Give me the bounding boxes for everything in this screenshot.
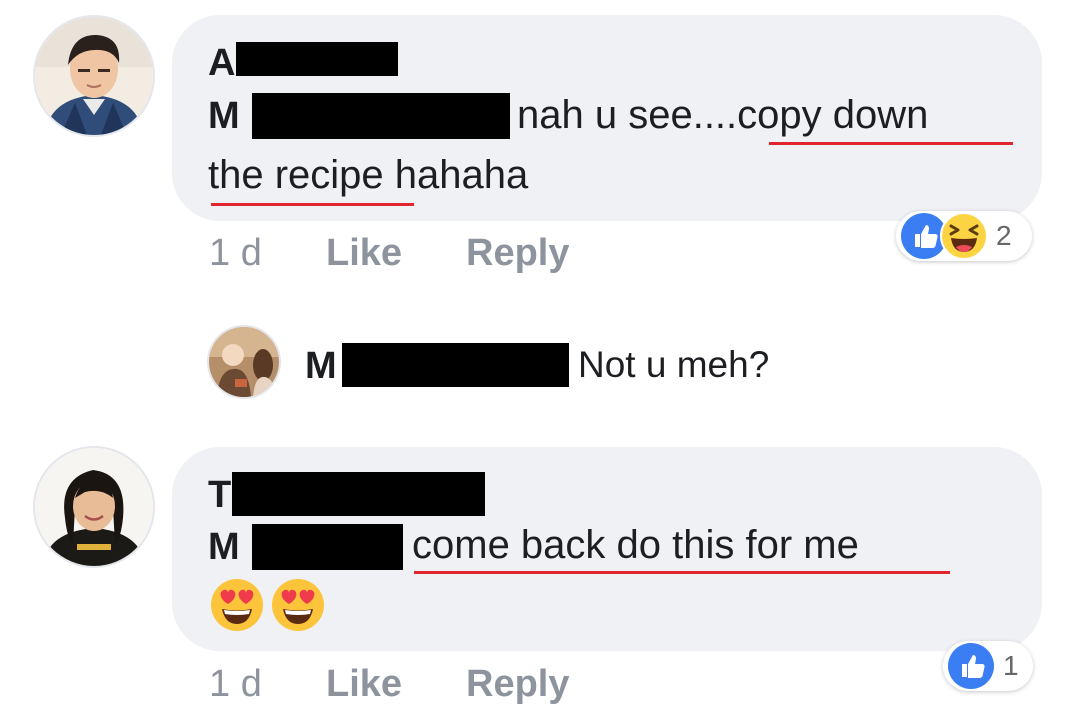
comment-author-name[interactable]: T bbox=[208, 476, 231, 514]
reaction-count: 2 bbox=[996, 220, 1012, 251]
like-button[interactable]: Like bbox=[326, 233, 402, 273]
reply-author-name[interactable]: M bbox=[305, 347, 337, 385]
underline-mark bbox=[414, 571, 950, 574]
heart-eyes-icon bbox=[272, 579, 324, 631]
comment-timestamp: 1 d bbox=[209, 663, 262, 705]
comment-timestamp: 1 d bbox=[209, 232, 262, 274]
comment-text-rest: hahaha bbox=[383, 153, 529, 197]
reaction-summary[interactable]: 1 bbox=[943, 641, 1033, 691]
redacted-author-name bbox=[342, 343, 569, 387]
redacted-author-name bbox=[232, 472, 485, 516]
mention-name[interactable]: M bbox=[208, 528, 240, 566]
comment-text-highlight: the recipe bbox=[208, 153, 384, 197]
underline-mark bbox=[211, 203, 414, 206]
reaction-count: 1 bbox=[1003, 650, 1019, 681]
reply-button[interactable]: Reply bbox=[466, 233, 569, 273]
mention-name[interactable]: M bbox=[208, 97, 240, 135]
avatar[interactable] bbox=[33, 15, 155, 137]
comment-text-line1: nah u see....copy down bbox=[517, 93, 929, 137]
underline-mark bbox=[769, 142, 1013, 145]
haha-icon bbox=[940, 212, 988, 260]
comment-text-line1: come back do this for me bbox=[412, 523, 859, 567]
redacted-mention bbox=[252, 524, 403, 570]
reaction-summary[interactable]: 2 bbox=[896, 211, 1032, 261]
comment-text-line2: the recipe hahaha bbox=[208, 152, 528, 198]
redacted-mention bbox=[252, 93, 510, 139]
heart-eyes-icon bbox=[211, 579, 263, 631]
avatar[interactable] bbox=[33, 446, 155, 568]
comment-author-name[interactable]: A bbox=[208, 44, 235, 82]
like-icon bbox=[948, 643, 994, 689]
reply-button[interactable]: Reply bbox=[466, 664, 569, 704]
like-button[interactable]: Like bbox=[326, 664, 402, 704]
reply-text: Not u meh? bbox=[578, 344, 770, 385]
redacted-author-name bbox=[236, 42, 398, 76]
avatar[interactable] bbox=[207, 325, 281, 399]
